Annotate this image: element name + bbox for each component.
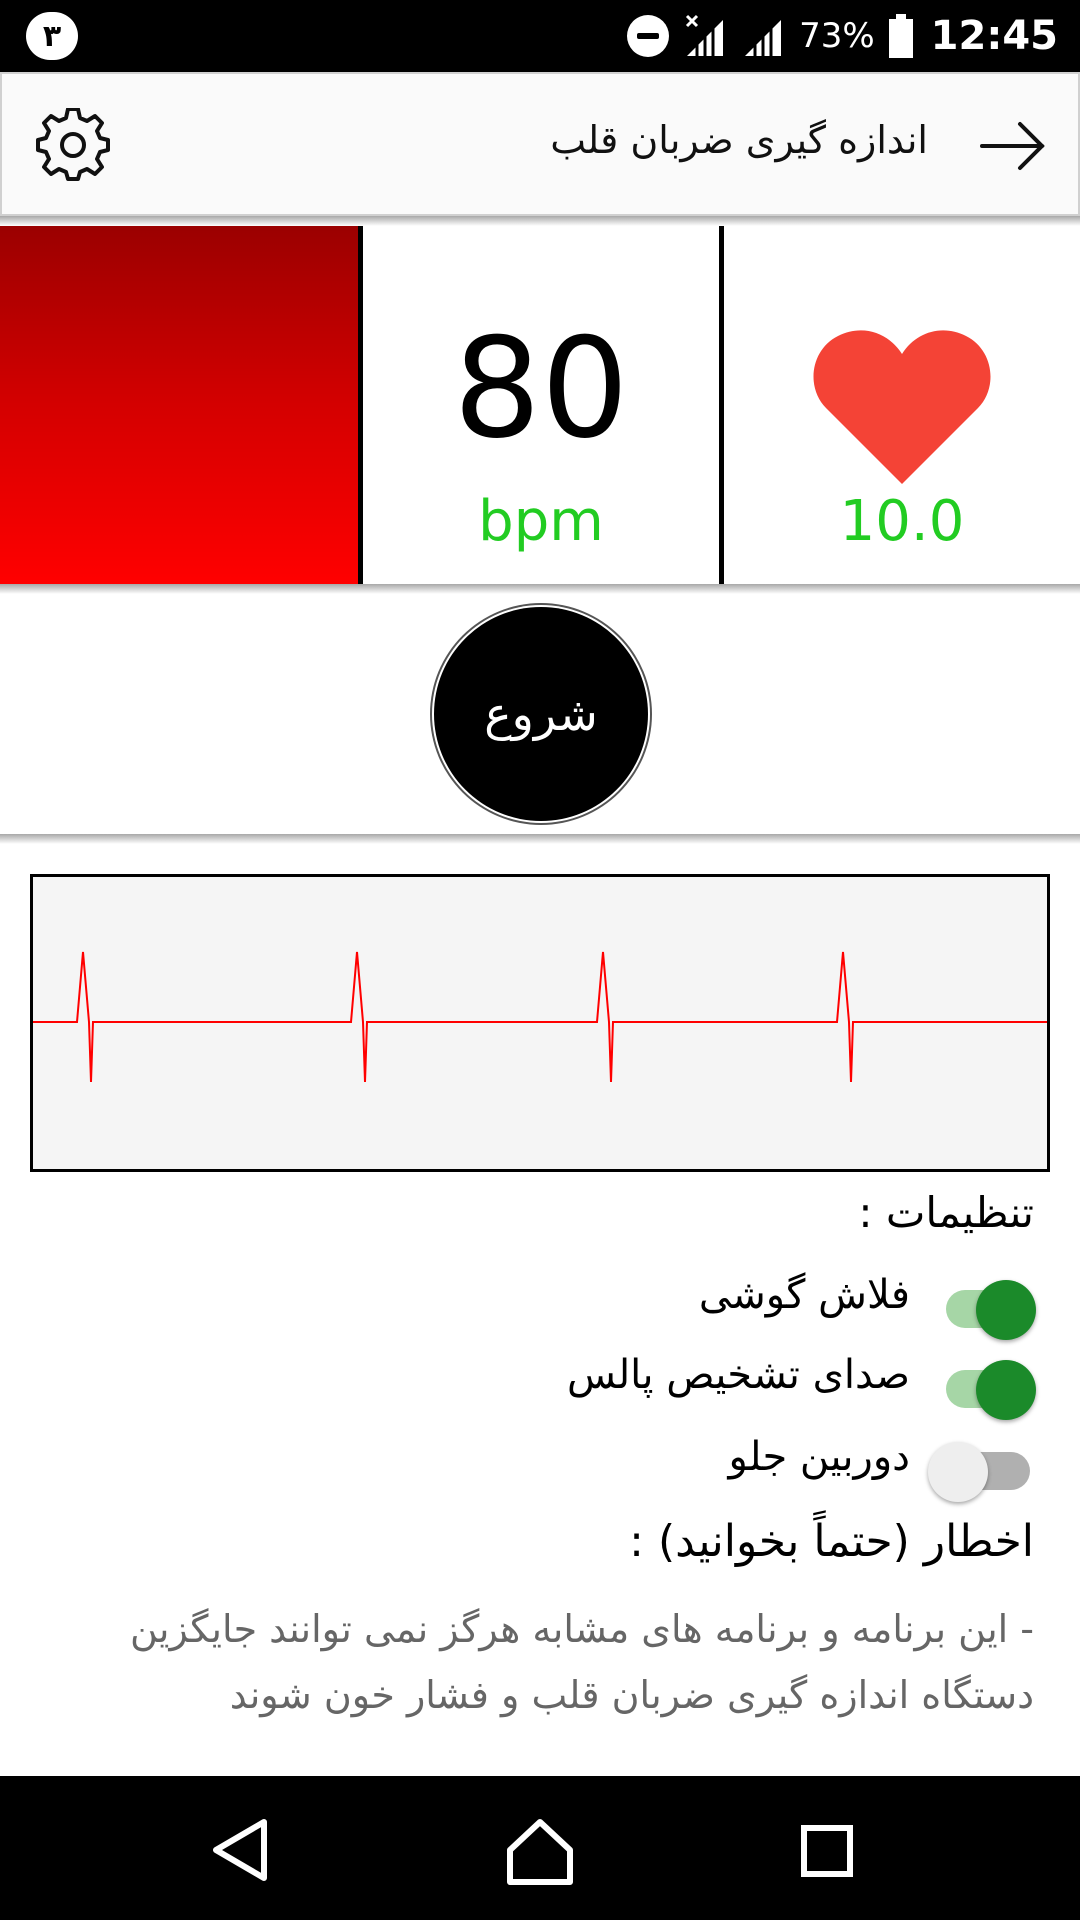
app-bar-shadow: [0, 216, 1080, 226]
ecg-graph: [30, 874, 1050, 1172]
app-bar: اندازه گیری ضربان قلب: [0, 72, 1080, 216]
setting-row-front-camera: دوربین جلو: [0, 1422, 1080, 1502]
setting-row-flash: فلاش گوشی: [0, 1260, 1080, 1340]
heart-icon: [813, 330, 991, 484]
page-title: اندازه گیری ضربان قلب: [550, 118, 928, 162]
battery-icon: [888, 14, 913, 58]
heart-cell: 10.0: [724, 226, 1080, 584]
front-camera-toggle[interactable]: [928, 1436, 1034, 1502]
camera-preview: [0, 226, 358, 584]
arrow-right-icon[interactable]: [978, 118, 1048, 174]
gear-icon[interactable]: [36, 108, 110, 182]
warning-title: اخطار (حتماً بخوانید) :: [629, 1516, 1034, 1567]
battery-percent: 73%: [799, 16, 875, 56]
bpm-value: 80: [453, 308, 629, 469]
flash-toggle[interactable]: [942, 1274, 1036, 1340]
status-bar: ٣ 73% 12:45: [0, 0, 1080, 72]
navigation-bar: [0, 1776, 1080, 1920]
signal-icon: [745, 20, 782, 56]
setting-label: فلاش گوشی: [698, 1272, 910, 1318]
settings-title: تنظیمات :: [858, 1188, 1034, 1237]
heart-value: 10.0: [839, 489, 965, 554]
recents-square-icon[interactable]: [788, 1810, 868, 1890]
ecg-graph-svg: [33, 951, 1047, 1083]
warning-text: - این برنامه و برنامه های مشابه هرگز نمی…: [129, 1607, 1034, 1717]
setting-row-pulse-sound: صدای تشخیص پالس: [0, 1340, 1080, 1420]
section-separator: [0, 834, 1080, 844]
ecg-line: [33, 951, 1047, 1083]
signal-no-data-icon: [686, 14, 724, 56]
home-icon[interactable]: [500, 1810, 580, 1890]
setting-label: صدای تشخیص پالس: [566, 1352, 910, 1398]
bpm-unit: bpm: [478, 489, 604, 554]
bpm-cell: 80 bpm: [363, 226, 719, 584]
section-separator: [0, 584, 1080, 594]
metrics-row: 80 bpm 10.0: [0, 226, 1080, 584]
notification-badge: ٣: [26, 12, 78, 60]
back-triangle-icon[interactable]: [202, 1810, 282, 1890]
start-button[interactable]: شروع: [434, 607, 648, 821]
clock: 12:45: [930, 13, 1058, 59]
pulse-sound-toggle[interactable]: [942, 1354, 1036, 1420]
do-not-disturb-icon: [627, 15, 670, 57]
setting-label: دوربین جلو: [728, 1434, 910, 1480]
status-icons: 73% 12:45: [627, 0, 1058, 72]
